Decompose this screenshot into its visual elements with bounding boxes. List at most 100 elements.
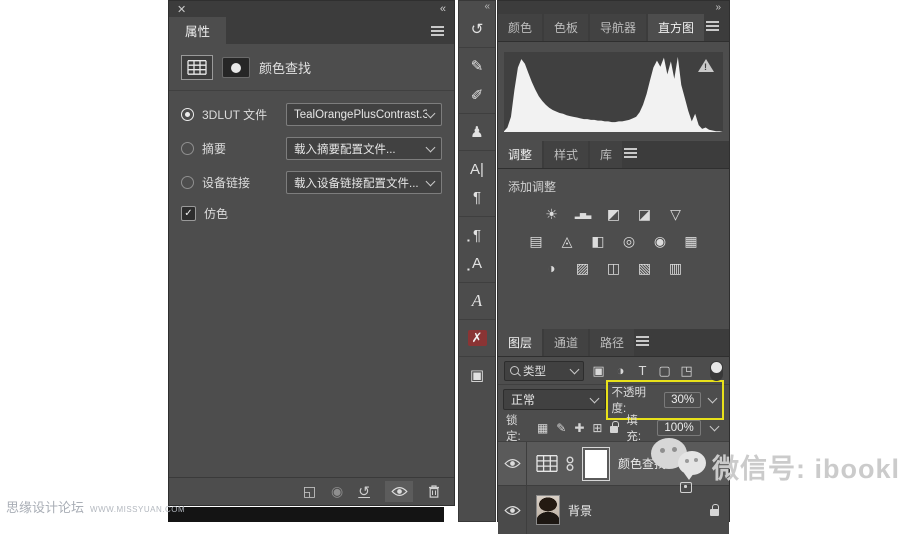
opacity-value[interactable]: 30% [664,392,701,408]
color-balance-icon[interactable]: ◬ [557,232,577,250]
option-radio[interactable] [181,142,194,155]
color-lookup-grid-icon[interactable] [181,55,213,80]
delete-icon[interactable] [428,485,440,498]
layer-visibility-eye-icon[interactable] [498,442,527,485]
option-radio[interactable] [181,108,194,121]
lock-position-icon[interactable]: ✚ [574,421,584,435]
panel-tab[interactable]: 颜色 [498,14,542,41]
lock-artboard-icon[interactable]: ⊞ [592,421,602,435]
lock-transparency-icon[interactable]: ▦ [537,421,548,435]
brush-settings-icon[interactable]: ✎ [459,47,495,80]
layer-name[interactable]: 背景 [568,502,592,519]
panel-tab[interactable]: 色板 [544,14,588,41]
filter-shape-icon[interactable]: ▢ [655,363,674,379]
black-white-icon[interactable]: ◧ [588,232,608,250]
option-dropdown[interactable]: 载入设备链接配置文件... [286,171,442,194]
character-styles-icon[interactable]: A▪ [459,249,495,278]
hue-saturation-icon[interactable]: ▤ [526,232,546,250]
panel-menu-icon[interactable] [624,152,637,154]
dither-checkbox[interactable]: ✓ [181,206,196,221]
clone-source-icon[interactable]: ♟ [459,113,495,146]
color-lookup-icon[interactable]: ▦ [681,232,701,250]
layer-mask-icon[interactable] [222,57,250,78]
selective-color-icon[interactable]: ▥ [666,259,686,277]
option-dropdown[interactable]: TealOrangePlusContrast.3DL [286,103,442,126]
color-lookup-thumbnail-icon[interactable] [536,455,558,472]
collapse-panel-icon[interactable]: « [440,3,446,15]
channel-mixer-icon[interactable]: ◉ [650,232,670,250]
mask-link-icon[interactable] [566,456,574,472]
view-previous-state-icon[interactable]: ◉ [331,483,343,500]
opacity-highlight-box: 不透明度: 30% [606,380,724,420]
panel-menu-icon[interactable] [706,25,719,27]
filter-image-icon[interactable]: ▣ [589,363,608,379]
adjustment-icon-row: ☀ ▂▅▃ ◩ ◪ ▽ [508,205,719,223]
collapse-dock-icon[interactable]: « [484,1,490,12]
filter-toggle-switch[interactable] [710,361,723,381]
invert-icon[interactable]: ◑ [542,259,562,277]
panel-tab[interactable]: 路径 [590,329,634,356]
panel-tab[interactable]: 通道 [544,329,588,356]
filter-smart-object-icon[interactable]: ◳ [677,363,696,379]
layers-group-tabbar: 图层通道路径 [498,329,729,357]
character-panel-icon[interactable]: A| [459,150,495,183]
properties-footer: ◱ ◉ ↺ [169,477,454,505]
photo-filter-icon[interactable]: ◎ [619,232,639,250]
fill-value[interactable]: 100% [657,420,700,436]
uncached-refresh-warning-icon[interactable]: ! [698,59,714,72]
panel-tab[interactable]: 导航器 [590,14,646,41]
blend-opacity-row: 正常 不透明度: 30% [498,385,729,414]
exposure-icon[interactable]: ◪ [635,205,655,223]
posterize-icon[interactable]: ▨ [573,259,593,277]
layer-row-background[interactable]: 背景 [498,486,729,534]
color-lookup-options: 3DLUT 文件TealOrangePlusContrast.3DL摘要载入摘要… [169,91,454,222]
extension-icon[interactable]: ✗ [459,319,495,352]
paragraph-styles-icon[interactable]: ¶▪ [459,216,495,249]
panel-tab[interactable]: 图层 [498,329,542,356]
fill-dropdown-button[interactable] [709,425,721,430]
filter-kind-dropdown[interactable]: 类型 [504,361,584,381]
history-icon[interactable]: ↺ [459,14,495,43]
option-radio[interactable] [181,176,194,189]
brushes-icon[interactable]: ✐ [459,80,495,109]
panel-tab[interactable]: 直方图 [648,14,704,41]
paragraph-panel-icon[interactable]: ¶ [459,183,495,212]
layer-row-color-lookup[interactable]: 颜色查找 1 [498,442,729,486]
curves-icon[interactable]: ◩ [604,205,624,223]
gradient-map-icon[interactable]: ▧ [635,259,655,277]
filter-type-icon[interactable]: T [633,363,652,379]
reset-icon[interactable]: ↺ [358,483,370,500]
levels-icon[interactable]: ▂▅▃ [573,205,593,223]
close-icon[interactable]: ✕ [177,3,186,16]
lock-paint-icon[interactable]: ✎ [556,421,566,435]
visibility-eye-icon[interactable] [385,481,413,502]
panel-tab[interactable]: 库 [590,141,622,168]
filter-adjustment-icon[interactable]: ◑ [611,363,630,379]
color-lookup-option-row: 设备链接载入设备链接配置文件... [181,171,442,194]
color-lookup-option-row: 3DLUT 文件TealOrangePlusContrast.3DL [181,103,442,126]
clip-to-layer-icon[interactable]: ◱ [303,483,316,500]
site-watermark: 思缘设计论坛 WWW.MISSYUAN.COM [6,497,185,516]
libraries-icon[interactable]: ▣ [459,356,495,389]
dropdown-value: TealOrangePlusContrast.3DL [294,109,427,121]
vibrance-icon[interactable]: ▽ [666,205,686,223]
effect-header: 颜色查找 [169,44,454,91]
opacity-dropdown-button[interactable] [705,397,719,402]
expand-dock-icon[interactable]: » [715,2,721,13]
threshold-icon[interactable]: ◫ [604,259,624,277]
panel-menu-icon[interactable] [431,30,444,32]
option-dropdown[interactable]: 载入摘要配置文件... [286,137,442,160]
layer-visibility-eye-icon[interactable] [498,486,527,534]
layer-name[interactable]: 颜色查找 1 [618,455,676,472]
panel-tab[interactable]: 样式 [544,141,588,168]
tab-properties[interactable]: 属性 [169,17,226,44]
lock-all-icon[interactable] [610,426,618,433]
panel-menu-icon[interactable] [636,340,649,342]
blend-mode-dropdown[interactable]: 正常 [503,389,606,410]
glyphs-panel-icon[interactable]: A [459,282,495,315]
chevron-down-icon [570,365,580,375]
layer-mask-thumbnail[interactable] [582,447,610,481]
panel-tab[interactable]: 调整 [498,141,542,168]
background-layer-thumbnail[interactable] [536,495,560,525]
brightness-contrast-icon[interactable]: ☀ [542,205,562,223]
